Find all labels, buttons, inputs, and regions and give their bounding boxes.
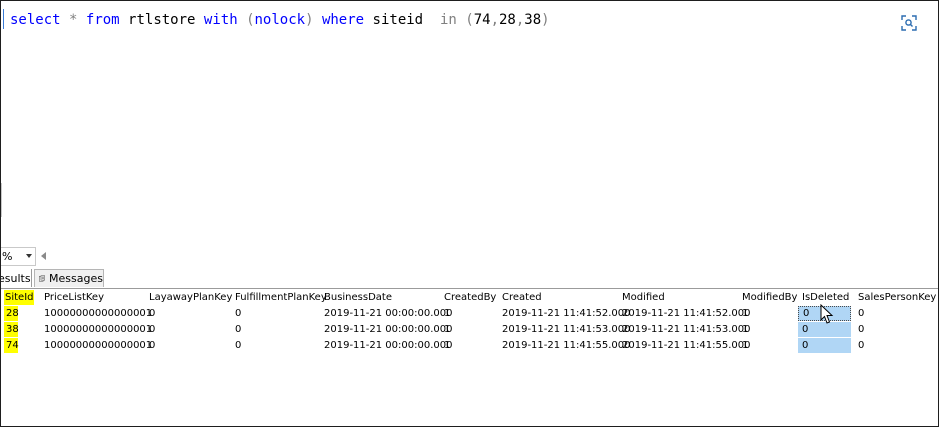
zoom-strip: % [1,245,938,267]
column-header[interactable]: IsDeleted [802,290,849,305]
table-cell[interactable]: 0 [798,338,851,353]
table-cell[interactable]: 2019-11-21 00:00:00.000 [324,322,452,337]
mouse-cursor-icon [820,304,834,324]
sql-token: 74 [473,12,491,28]
table-cell[interactable]: 1 [742,322,748,337]
table-cell[interactable]: 74 [4,338,19,353]
sql-token: nolock [254,12,306,28]
lens-icon [901,15,917,31]
sql-query-text[interactable]: select * from rtlstore with (nolock) whe… [10,11,550,29]
table-cell[interactable]: 10000000000000001 [44,338,152,353]
sql-token: ) [541,12,550,28]
sql-token: siteid [364,12,440,28]
table-row[interactable]: 28 10000000000000001 0 0 2019-11-21 00:00:00… [1,306,938,322]
column-header[interactable]: Created [502,290,542,305]
column-header[interactable]: Modified [622,290,665,305]
sql-token: in [439,12,457,28]
column-header[interactable]: FulfillmentPlanKey [235,290,327,305]
grid-header-row: SiteId PriceListKey LayawayPlanKey Fulfillm… [1,290,938,306]
sql-token: ) [305,12,314,28]
tab-results[interactable]: esults [1,269,32,287]
sql-token: ( [465,12,474,28]
table-cell[interactable]: 2019-11-21 11:41:55.000 [622,338,750,353]
table-cell[interactable]: 2019-11-21 00:00:00.000 [324,338,452,353]
sql-token: with [203,12,238,28]
column-header[interactable]: LayawayPlanKey [149,290,232,305]
table-cell[interactable]: 10000000000000001 [44,306,152,321]
table-cell[interactable]: 1 [444,338,450,353]
column-header[interactable]: SalesPersonKey [858,290,936,305]
table-cell[interactable]: 0 [235,338,241,353]
table-cell[interactable]: 1 [742,338,748,353]
scroll-left-arrow-icon[interactable] [41,252,46,260]
sql-token: where [321,12,365,28]
column-header[interactable]: ModifiedBy [742,290,797,305]
sql-token: , [490,12,499,28]
sql-token: ( [246,12,255,28]
table-row[interactable]: 38 10000000000000001 0 0 2019-11-21 00:00:00… [1,322,938,338]
results-grid[interactable]: SiteId PriceListKey LayawayPlanKey Fulfillm… [1,290,938,360]
table-cell[interactable]: 2019-11-21 11:41:52.000 [622,306,750,321]
editor-left-margin [1,183,5,217]
query-editor[interactable]: select * from rtlstore with (nolock) whe… [1,1,938,239]
table-cell[interactable]: 0 [149,322,155,337]
zoom-value: % [2,250,13,263]
column-header[interactable]: PriceListKey [44,290,104,305]
table-cell[interactable]: 38 [4,322,19,337]
tab-messages[interactable]: Messages [34,269,104,287]
table-cell[interactable]: 1 [444,306,450,321]
results-tabbar: esults Messages [1,269,938,289]
tab-messages-label: Messages [49,272,103,285]
column-header[interactable]: CreatedBy [444,290,496,305]
table-cell[interactable]: 10000000000000001 [44,322,152,337]
table-row[interactable]: 74 10000000000000001 0 0 2019-11-21 00:00:00… [1,338,938,354]
table-cell[interactable]: 0 [149,338,155,353]
messages-icon [39,275,46,282]
sql-token: rtlstore [119,12,204,28]
zoom-dropdown[interactable]: % [1,247,36,266]
table-cell[interactable]: 0 [858,338,864,353]
sql-token: 38 [524,12,542,28]
table-cell[interactable]: 2019-11-21 11:41:55.000 [502,338,630,353]
table-cell[interactable]: 0 [858,306,864,321]
table-cell[interactable]: 0 [235,322,241,337]
lens-button[interactable] [898,12,920,34]
dropdown-arrow-icon [26,254,32,258]
sql-token: select [10,12,61,28]
sql-token: 28 [499,12,516,28]
table-cell[interactable]: 2019-11-21 00:00:00.000 [324,306,452,321]
table-cell[interactable]: 1 [444,322,450,337]
table-cell[interactable]: 0 [149,306,155,321]
table-cell[interactable]: 2019-11-21 11:41:53.000 [622,322,750,337]
table-cell[interactable]: 0 [235,306,241,321]
sql-token: from [85,12,120,28]
table-cell[interactable]: 0 [858,322,864,337]
table-cell[interactable]: 2019-11-21 11:41:53.000 [502,322,630,337]
editor-caret-margin [3,9,4,29]
table-cell[interactable]: 28 [4,306,19,321]
column-header[interactable]: SiteId [4,290,34,305]
column-header[interactable]: BusinessDate [324,290,392,305]
table-cell[interactable]: 1 [742,306,748,321]
table-cell[interactable]: 2019-11-21 11:41:52.000 [502,306,630,321]
ssms-window: select * from rtlstore with (nolock) whe… [0,0,939,427]
tab-results-label: esults [1,271,31,285]
